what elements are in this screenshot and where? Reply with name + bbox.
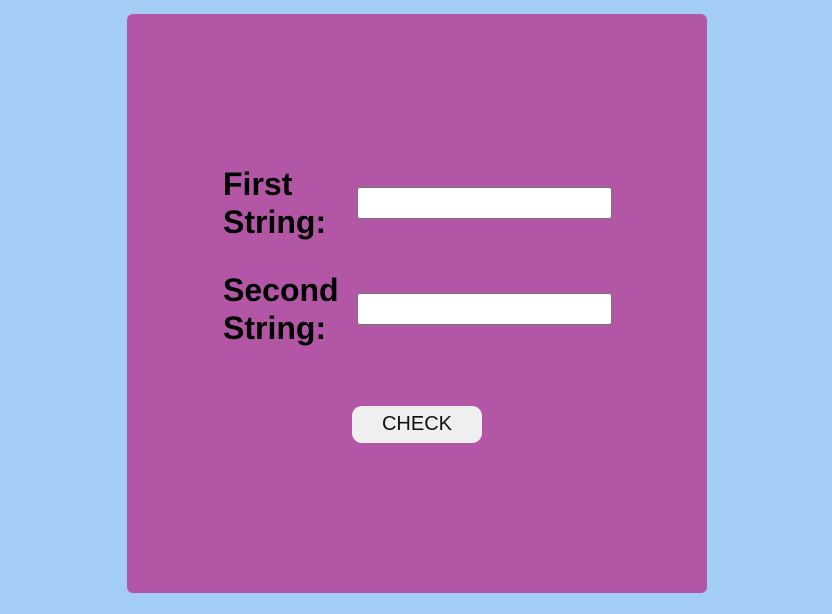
form-card: First String: Second String: CHECK bbox=[127, 14, 707, 593]
first-string-input[interactable] bbox=[357, 187, 612, 219]
check-button[interactable]: CHECK bbox=[352, 406, 482, 443]
second-string-input[interactable] bbox=[357, 293, 612, 325]
first-string-label: First String: bbox=[223, 166, 327, 240]
second-string-label: Second String: bbox=[223, 272, 339, 346]
first-string-row: First String: bbox=[223, 165, 612, 241]
second-string-row: Second String: bbox=[223, 271, 612, 347]
